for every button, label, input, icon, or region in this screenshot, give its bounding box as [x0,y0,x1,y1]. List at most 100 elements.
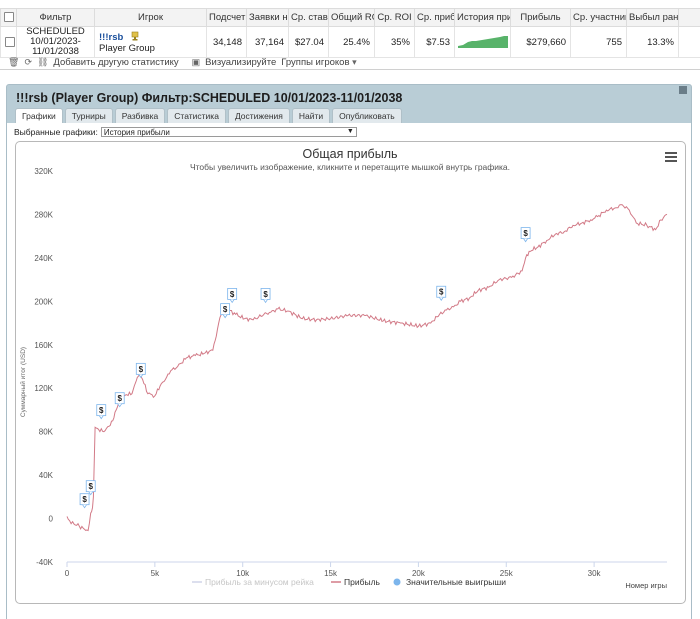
tab-charts[interactable]: Графики [15,108,63,124]
refresh-icon[interactable]: ⟳ [24,57,32,68]
big-win-label: $ [523,229,528,238]
y-axis-label: Суммарный итог (USD) [19,347,27,417]
profit-history-sparkline[interactable] [458,34,508,48]
filter-cell: SCHEDULED 10/01/2023-11/01/2038 [16,26,95,58]
player-groups-label: Группы игроков [281,57,350,68]
player-groups-dropdown[interactable]: Группы игроков ▾ [281,57,356,68]
y-tick-label: 320K [34,167,53,176]
tab-tournaments[interactable]: Турниры [64,108,113,123]
y-tick-label: 160K [34,341,53,350]
col-header-profit-history[interactable]: История прибы [454,8,511,27]
big-win-label: $ [263,290,268,299]
visualize-button[interactable]: Визуализируйте [205,57,276,68]
tab-find[interactable]: Найти [291,108,331,123]
tab-breakdown[interactable]: Разбивка [114,108,166,123]
chart-selector-row: Выбранные графики: История прибыли ▼ [14,127,357,137]
col-header-entries[interactable]: Заявки н [246,8,289,27]
big-win-label: $ [230,290,235,299]
big-win-marker[interactable]: $ [114,392,125,408]
y-tick-label: 80K [39,428,54,437]
big-win-marker[interactable]: $ [260,288,271,304]
panel-tabs: Графики Турниры Разбивка Статистика Дост… [15,108,404,124]
link-icon[interactable]: ⛓ [37,57,48,68]
row-checkbox[interactable] [5,36,15,47]
big-win-label: $ [223,305,228,314]
col-header-avg-stake[interactable]: Ср. ставк [288,8,329,27]
tab-statistics[interactable]: Статистика [167,108,226,123]
stats-table: Фильтр Игрок Подсчет Заявки н Ср. ставк … [0,8,700,58]
profit-chart[interactable]: Общая прибыль Чтобы увеличить изображени… [16,142,685,603]
extra-cell [678,26,700,58]
col-header-extra [678,8,700,27]
x-tick-label: 15k [324,569,338,578]
big-win-marker[interactable]: $ [520,227,531,243]
legend-rake-label[interactable]: Прибыль за минусом рейка [205,577,314,587]
y-tick-label: -40K [36,558,54,567]
player-group-label: Player Group [99,42,155,54]
y-tick-label: 120K [34,384,53,393]
col-header-filter[interactable]: Фильтр [16,8,95,27]
x-tick-label: 0 [65,569,70,578]
close-icon[interactable] [679,86,687,94]
big-win-marker[interactable]: $ [227,288,238,304]
tab-publish[interactable]: Опубликовать [332,108,402,123]
panel-title: !!!rsb (Player Group) Фильтр:SCHEDULED 1… [16,91,403,105]
col-header-early-out[interactable]: Выбыл рано [626,8,679,27]
big-win-marker[interactable]: $ [135,362,146,379]
total-roi-cell: 25.4% [328,26,375,58]
col-header-avg-field[interactable]: Ср. участник [570,8,627,27]
player-name-link[interactable]: !!!rsb [99,32,123,43]
chevron-down-icon: ▼ [346,128,354,135]
col-header-avg-profit[interactable]: Ср. прибы [414,8,455,27]
player-detail-panel: !!!rsb (Player Group) Фильтр:SCHEDULED 1… [6,84,692,619]
stats-table-container: Фильтр Игрок Подсчет Заявки н Ср. ставк … [0,0,700,70]
profit-series-line [66,204,668,532]
profit-history-cell[interactable] [454,26,511,58]
y-tick-label: 240K [34,254,53,263]
big-win-marker[interactable]: $ [436,285,447,301]
big-win-marker[interactable]: $ [96,404,107,420]
legend-profit-label[interactable]: Прибыль [344,577,381,587]
select-all-checkbox[interactable] [3,12,14,23]
chart-legend: Прибыль за минусом рейка Прибыль Значите… [192,577,506,587]
chart-selector-label: Выбранные графики: [14,127,98,137]
profit-cell: $279,660 [510,26,571,58]
tab-achievements[interactable]: Достижения [227,108,290,123]
chevron-down-icon: ▾ [352,57,357,67]
col-header-player[interactable]: Игрок [94,8,207,27]
row-checkbox-cell[interactable] [0,26,17,58]
col-header-profit[interactable]: Прибыль [510,8,571,27]
entries-cell: 37,164 [246,26,289,58]
col-header-total-roi[interactable]: Общий ROI [328,8,375,27]
legend-big-wins-label[interactable]: Значительные выигрыши [406,577,506,587]
image-icon[interactable]: ▣ [192,57,201,68]
chart-selector-value: История прибыли [103,128,170,137]
big-win-marker[interactable]: $ [220,303,231,319]
table-row[interactable]: SCHEDULED 10/01/2023-11/01/2038 !!!rsb P… [0,26,700,58]
y-tick-label: 200K [34,297,53,306]
big-win-label: $ [117,394,122,403]
avg-roi-cell: 35% [374,26,415,58]
big-win-label: $ [82,495,87,504]
y-tick-label: 0 [49,515,54,524]
chart-selector-dropdown[interactable]: История прибыли ▼ [100,127,357,137]
col-header-count[interactable]: Подсчет [206,8,247,27]
x-axis-label: Номер игры [625,581,667,590]
big-win-label: $ [99,406,104,415]
avg-profit-cell: $7.53 [414,26,455,58]
player-cell[interactable]: !!!rsb Player Group [94,26,207,58]
chart-title: Общая прибыль [302,147,397,161]
big-win-label: $ [88,482,93,491]
add-stat-button[interactable]: Добавить другую статистику [53,57,178,68]
x-tick-label: 5k [151,569,160,578]
early-out-cell: 13.3% [626,26,679,58]
select-all-checkbox-cell[interactable] [0,8,17,27]
hamburger-menu-icon[interactable] [665,152,677,162]
x-tick-label: 30k [588,569,602,578]
avg-stake-cell: $27.04 [288,26,329,58]
trash-icon[interactable]: 🗑 [8,57,19,68]
table-header-row: Фильтр Игрок Подсчет Заявки н Ср. ставк … [0,8,700,27]
col-header-avg-roi[interactable]: Ср. ROI [374,8,415,27]
chart-container[interactable]: Общая прибыль Чтобы увеличить изображени… [15,141,686,604]
big-win-marker[interactable]: $ [79,493,90,509]
